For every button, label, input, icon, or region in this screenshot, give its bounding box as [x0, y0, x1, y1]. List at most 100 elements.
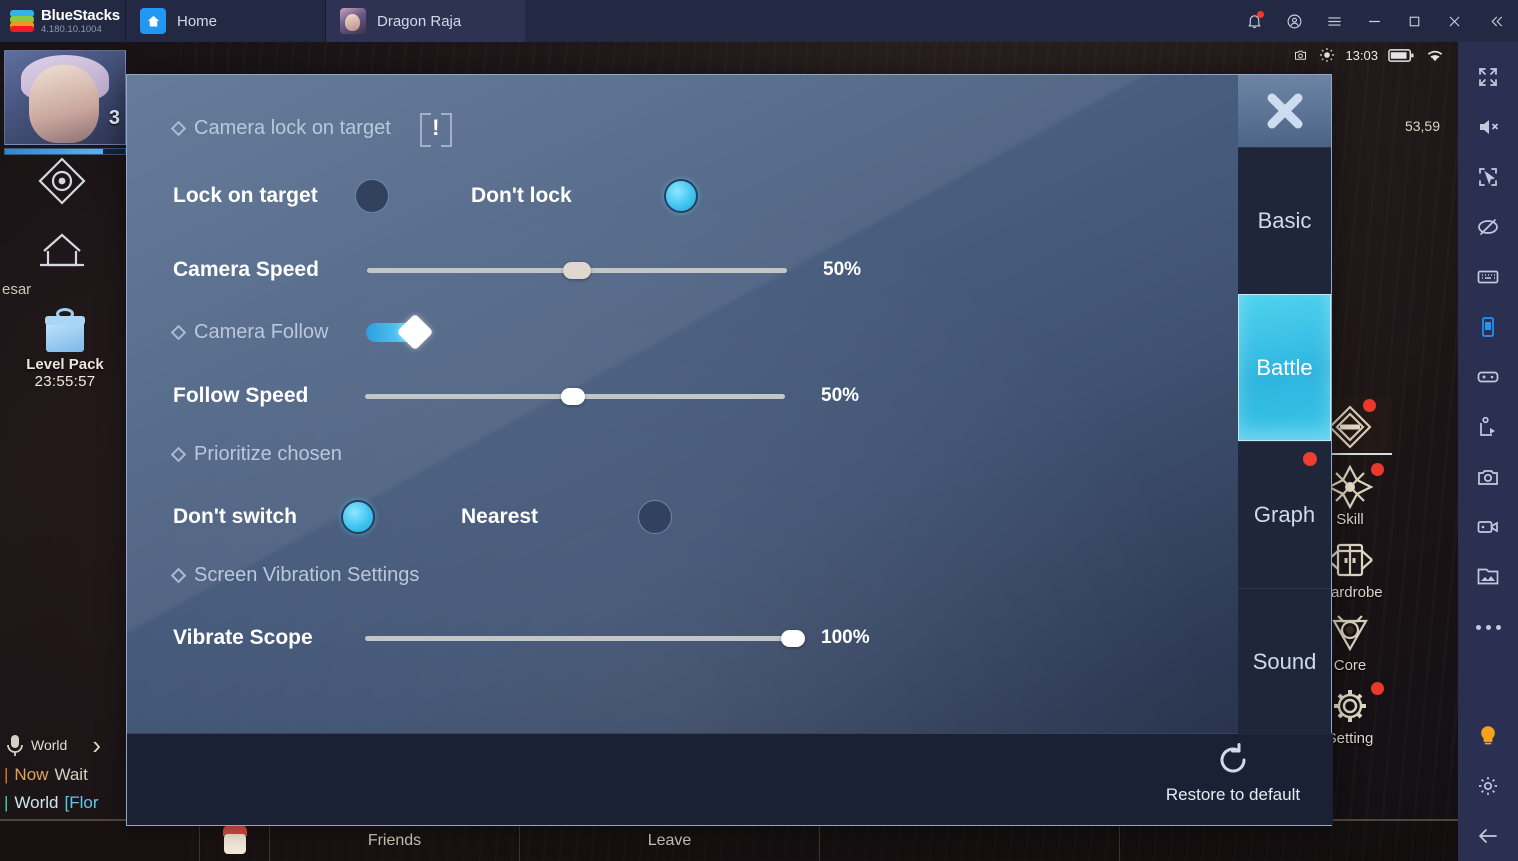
tab-sound[interactable]: Sound — [1238, 588, 1331, 735]
sidebar-eye-off-button[interactable] — [1458, 202, 1518, 252]
player-avatar[interactable]: 3 — [4, 50, 126, 145]
brand-version: 4.180.10.1004 — [41, 23, 102, 35]
double-chevron-left-icon — [1491, 16, 1502, 26]
keyboard-icon — [1477, 270, 1499, 284]
chat-expand-icon[interactable]: › — [92, 732, 101, 758]
macro-icon — [1480, 416, 1495, 436]
minimize-button[interactable] — [1354, 0, 1394, 42]
tab-battle[interactable]: Battle — [1238, 294, 1331, 441]
window-controls — [1234, 0, 1518, 42]
slider-label-follow-speed: Follow Speed — [173, 384, 309, 407]
game-hud-left: 3 esar Level Pack 23:55:57 — [0, 42, 130, 390]
bottom-slot[interactable] — [1120, 820, 1458, 861]
slider-follow-speed[interactable] — [365, 388, 785, 405]
radio-nearest[interactable] — [638, 500, 673, 534]
tab-dragon-raja[interactable]: Dragon Raja — [325, 0, 525, 42]
radio-label-nearest: Nearest — [461, 505, 539, 528]
section-title: Camera Follow — [194, 320, 329, 343]
refresh-icon — [1220, 743, 1246, 773]
wifi-icon — [1427, 50, 1443, 62]
microphone-icon — [7, 735, 23, 756]
restore-label: Restore to default — [1165, 785, 1301, 804]
radio-dont-lock[interactable] — [663, 179, 698, 213]
collapse-sidebar-button[interactable] — [1474, 0, 1518, 42]
restore-to-default-button[interactable]: Restore to default — [1143, 742, 1323, 805]
sidebar-cursor-capture-button[interactable] — [1458, 152, 1518, 202]
notifications-button[interactable] — [1234, 0, 1274, 42]
slider-knob[interactable] — [563, 262, 591, 279]
sidebar-fullscreen-button[interactable] — [1458, 52, 1518, 102]
toggle-camera-follow[interactable] — [366, 313, 434, 351]
sidebar-screenshot-button[interactable] — [1458, 452, 1518, 502]
sidebar-more-options-button[interactable] — [1458, 602, 1518, 652]
sidebar-record-video-button[interactable] — [1458, 502, 1518, 552]
sidebar-back-button[interactable] — [1458, 811, 1518, 861]
sidebar-lightbulb-button[interactable] — [1458, 711, 1518, 761]
camera-lock-radio-group: Lock on target Don't lock — [173, 159, 1240, 233]
menu-button[interactable] — [1314, 0, 1354, 42]
maximize-icon — [1409, 16, 1419, 26]
info-exclamation-icon[interactable]: ! — [419, 111, 453, 147]
section-title: Prioritize chosen — [194, 443, 342, 465]
sidebar-mute-button[interactable] — [1458, 102, 1518, 152]
gift-icon[interactable] — [36, 308, 94, 354]
lightbulb-icon — [1481, 726, 1495, 745]
section-vibration-header: Screen Vibration Settings — [170, 564, 1240, 587]
tab-graph[interactable]: Graph — [1238, 441, 1331, 588]
close-button[interactable] — [1434, 0, 1474, 42]
close-icon — [1449, 16, 1459, 26]
slider-camera-speed[interactable] — [367, 262, 787, 279]
bluestacks-brand: BlueStacks 4.180.10.1004 — [0, 0, 125, 42]
radio-lock-on-target[interactable] — [355, 179, 389, 213]
tab-basic[interactable]: Basic — [1238, 147, 1331, 294]
slider-value-vibrate-scope: 100% — [821, 627, 870, 648]
close-icon — [1267, 93, 1302, 129]
bottom-slot[interactable] — [0, 820, 200, 861]
settings-content: Camera lock on target ! Lock on target D… — [127, 75, 1240, 735]
radio-label-lock-on-target: Lock on target — [173, 184, 318, 207]
sidebar-media-gallery-button[interactable] — [1458, 552, 1518, 602]
account-button[interactable] — [1274, 0, 1314, 42]
dialog-footer: Restore to default — [127, 733, 1333, 825]
camera-speed-row: Camera Speed 50% — [173, 233, 1240, 307]
sidebar-rotate-screen-button[interactable] — [1458, 302, 1518, 352]
eye-off-icon — [1478, 219, 1498, 235]
gamepad-icon — [1477, 371, 1499, 383]
toggle-knob[interactable] — [397, 313, 434, 351]
event-title: Level Pack — [26, 356, 104, 373]
slider-knob[interactable] — [561, 388, 585, 405]
back-arrow-icon — [1479, 829, 1497, 843]
npc-name: esar — [2, 281, 32, 298]
slider-vibrate-scope[interactable] — [365, 630, 805, 647]
rotate-screen-icon — [1482, 317, 1494, 337]
hud-menu-label: Core — [1333, 657, 1367, 674]
chat-line-text: [Flor — [64, 793, 99, 812]
hamburger-menu-icon — [1327, 16, 1341, 26]
sidebar-settings-button[interactable] — [1458, 761, 1518, 811]
bottom-friends-button[interactable]: Friends — [270, 820, 520, 861]
sidebar-gamepad-button[interactable] — [1458, 352, 1518, 402]
sidebar-keyboard-button[interactable] — [1458, 252, 1518, 302]
chat-line-channel: Now — [14, 765, 49, 784]
home-teleport-icon[interactable] — [34, 223, 96, 281]
tab-home-label: Home — [177, 12, 218, 30]
slider-label-vibrate-scope: Vibrate Scope — [173, 626, 313, 649]
close-dialog-button[interactable] — [1238, 75, 1331, 147]
fullscreen-icon — [1479, 68, 1497, 86]
bottom-slot[interactable] — [820, 820, 1120, 861]
section-camera-follow-header: Camera Follow — [170, 313, 1240, 351]
radio-dont-switch[interactable] — [341, 500, 375, 534]
maximize-button[interactable] — [1394, 0, 1434, 42]
event-timer: 23:55:57 — [34, 373, 96, 390]
radar-eye-icon[interactable] — [34, 155, 96, 213]
bottom-leave-button[interactable]: Leave — [520, 820, 820, 861]
slider-value-follow-speed: 50% — [821, 385, 860, 406]
bottom-avatar-slot[interactable] — [200, 820, 270, 861]
info-badge-glyph: ! — [432, 115, 440, 140]
sidebar-macro-button[interactable] — [1458, 402, 1518, 452]
bluestacks-logo-icon — [10, 10, 34, 32]
notification-dot — [1371, 463, 1384, 476]
tab-home[interactable]: Home — [125, 0, 325, 42]
vibrate-scope-row: Vibrate Scope 100% — [173, 601, 1240, 675]
slider-knob[interactable] — [781, 630, 805, 647]
